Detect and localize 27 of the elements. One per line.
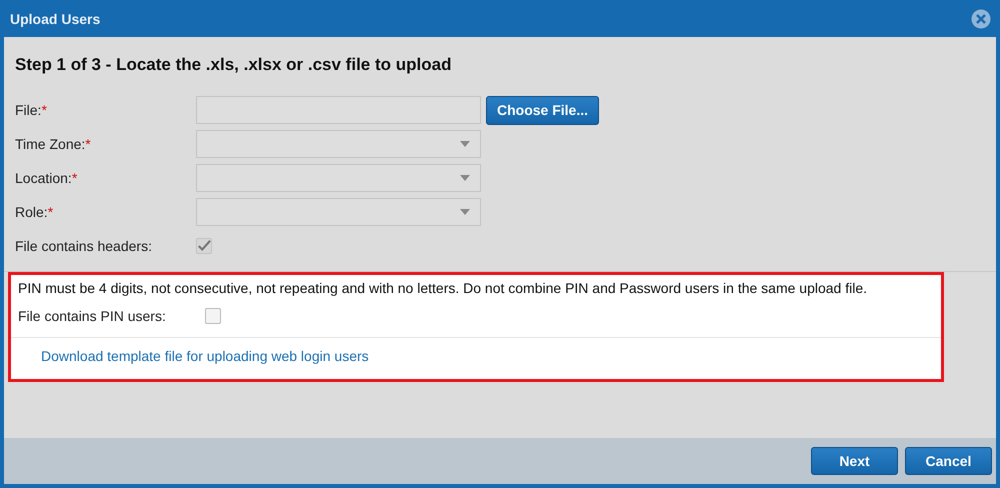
file-field[interactable] bbox=[196, 96, 481, 124]
checkbox-label: File contains PIN users: bbox=[18, 308, 167, 324]
headers-checkbox[interactable] bbox=[196, 238, 212, 254]
field-label: File: bbox=[15, 102, 42, 118]
required-mark: * bbox=[72, 170, 78, 186]
field-label: Location: bbox=[15, 170, 72, 186]
next-button[interactable]: Next bbox=[811, 447, 898, 475]
pin-notice: PIN must be 4 digits, not consecutive, not repeating and with no letters. Do not combine PIN and Password users in the same upload file. bbox=[18, 280, 868, 296]
dropdown-field[interactable] bbox=[196, 198, 481, 226]
cancel-button[interactable]: Cancel bbox=[905, 447, 992, 475]
caret-icon bbox=[460, 209, 470, 215]
choose-file-button[interactable]: Choose File... bbox=[486, 96, 600, 124]
dropdown-field[interactable] bbox=[196, 130, 481, 158]
required-mark: * bbox=[48, 204, 54, 220]
checkbox-label: File contains headers: bbox=[15, 238, 152, 254]
field-label: Time Zone: bbox=[15, 136, 86, 152]
pin-users-checkbox[interactable] bbox=[205, 308, 221, 324]
step-heading: Step 1 of 3 - Locate the .xls, .xlsx or .csv file to upload bbox=[15, 55, 452, 75]
required-mark: * bbox=[85, 136, 91, 152]
close-icon[interactable] bbox=[971, 8, 991, 28]
required-mark: * bbox=[41, 102, 47, 118]
window-title: Upload Users bbox=[10, 10, 100, 26]
caret-icon bbox=[460, 175, 470, 181]
template-link[interactable]: Download template file for uploading web login users bbox=[41, 348, 369, 364]
caret-icon bbox=[460, 141, 470, 147]
dropdown-field[interactable] bbox=[196, 164, 481, 192]
field-label: Role: bbox=[15, 204, 48, 220]
